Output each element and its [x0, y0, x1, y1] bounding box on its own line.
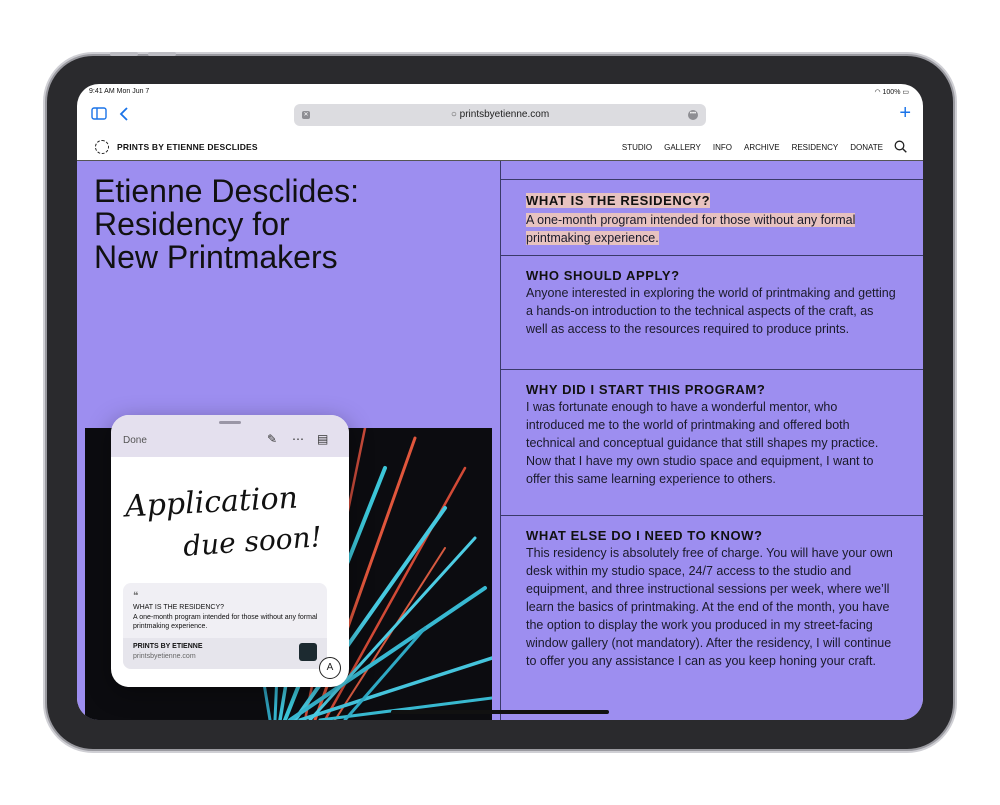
globe-icon: ○ [450, 109, 460, 120]
card-thumbnail-image [299, 643, 317, 661]
card-text: A one-month program intended for those w… [133, 614, 318, 630]
title-line: New Printmakers [94, 239, 338, 275]
quote-icon: ❝ [133, 591, 139, 602]
qa-content: WHAT IS THE RESIDENCY? A one-month progr… [526, 192, 896, 247]
link-card[interactable]: ❝ WHAT IS THE RESIDENCY? A one-month pro… [123, 583, 327, 669]
pencil-tool-icon[interactable]: A [319, 657, 341, 679]
address-url: ○ printsbyetienne.com [294, 109, 706, 120]
qa-answer-highlighted: A one-month program intended for those w… [526, 213, 856, 245]
top-button [110, 52, 138, 56]
quick-note-panel[interactable]: Done ✎ ⋯ ▤ Application due soon! ❝ WHAT … [111, 415, 349, 687]
card-source-title: PRINTS BY ETIENNE [133, 643, 203, 650]
qa-answer: Anyone interested in exploring the world… [526, 286, 896, 336]
qa-question: WHAT ELSE DO I NEED TO KNOW? [526, 528, 763, 543]
home-indicator[interactable] [391, 710, 609, 714]
handwritten-note-line[interactable]: due soon! [182, 520, 323, 563]
address-bar[interactable]: ✕ ○ printsbyetienne.com ••• [294, 104, 706, 126]
battery-percent: 100% [882, 89, 901, 96]
qa-block: WHAT ELSE DO I NEED TO KNOW? This reside… [501, 515, 923, 720]
site-nav: STUDIO GALLERY INFO ARCHIVE RESIDENCY DO… [622, 143, 883, 152]
qa-answer: I was fortunate enough to have a wonderf… [526, 400, 879, 486]
status-right: ◠ 100% ▭ [874, 88, 909, 96]
nav-archive[interactable]: ARCHIVE [744, 143, 780, 152]
done-button[interactable]: Done [123, 435, 147, 446]
drag-handle[interactable] [219, 421, 241, 424]
screen: 9:41 AM Mon Jun 7 ◠ 100% ▭ ✕ ○ printsbye… [77, 84, 923, 720]
back-chevron-left-icon[interactable] [119, 107, 129, 125]
handwritten-note-line[interactable]: Application [124, 480, 299, 525]
qa-question: WHAT IS THE RESIDENCY? [526, 193, 711, 208]
ellipsis-icon[interactable]: ••• [688, 110, 698, 120]
quick-note-header: Done ✎ ⋯ ▤ [111, 415, 349, 457]
browser-toolbar: ✕ ○ printsbyetienne.com ••• + [77, 100, 923, 130]
search-icon[interactable] [894, 140, 907, 156]
status-bar: 9:41 AM Mon Jun 7 ◠ 100% ▭ [77, 84, 923, 100]
qa-answer: This residency is absolutely free of cha… [526, 546, 893, 668]
url-text: printsbyetienne.com [459, 109, 550, 120]
title-line: Residency for [94, 206, 290, 242]
qa-question: WHY DID I START THIS PROGRAM? [526, 382, 766, 397]
qa-question: WHO SHOULD APPLY? [526, 268, 680, 283]
qa-block: WHAT IS THE RESIDENCY? A one-month progr… [501, 179, 923, 256]
battery-icon: ▭ [902, 89, 909, 96]
nav-studio[interactable]: STUDIO [622, 143, 652, 152]
site-logo-icon[interactable] [95, 140, 109, 154]
nav-info[interactable]: INFO [713, 143, 732, 152]
notes-list-icon[interactable]: ▤ [317, 432, 328, 446]
title-line: Etienne Desclides: [94, 173, 360, 209]
top-button-2 [148, 52, 176, 56]
sidebar-icon[interactable] [91, 107, 107, 124]
nav-residency[interactable]: RESIDENCY [792, 143, 839, 152]
card-source-url: printsbyetienne.com [133, 653, 196, 660]
status-time-date: 9:41 AM Mon Jun 7 [89, 88, 150, 95]
card-title: WHAT IS THE RESIDENCY? [133, 604, 225, 611]
qa-block: WHY DID I START THIS PROGRAM? I was fort… [501, 369, 923, 516]
qa-block: WHO SHOULD APPLY? Anyone interested in e… [501, 255, 923, 370]
site-header: PRINTS BY ETIENNE DESCLIDES STUDIO GALLE… [77, 134, 923, 161]
qa-content: WHO SHOULD APPLY? Anyone interested in e… [526, 268, 896, 338]
qa-content: WHY DID I START THIS PROGRAM? I was fort… [526, 382, 896, 488]
site-brand[interactable]: PRINTS BY ETIENNE DESCLIDES [117, 142, 258, 152]
more-ellipsis-icon[interactable]: ⋯ [292, 432, 304, 446]
new-tab-plus-icon[interactable]: + [899, 103, 911, 123]
nav-gallery[interactable]: GALLERY [664, 143, 701, 152]
page-title: Etienne Desclides: Residency for New Pri… [94, 175, 494, 274]
qa-content: WHAT ELSE DO I NEED TO KNOW? This reside… [526, 528, 896, 670]
wifi-icon: ◠ [874, 89, 883, 96]
compose-icon[interactable]: ✎ [267, 432, 277, 446]
nav-donate[interactable]: DONATE [850, 143, 883, 152]
